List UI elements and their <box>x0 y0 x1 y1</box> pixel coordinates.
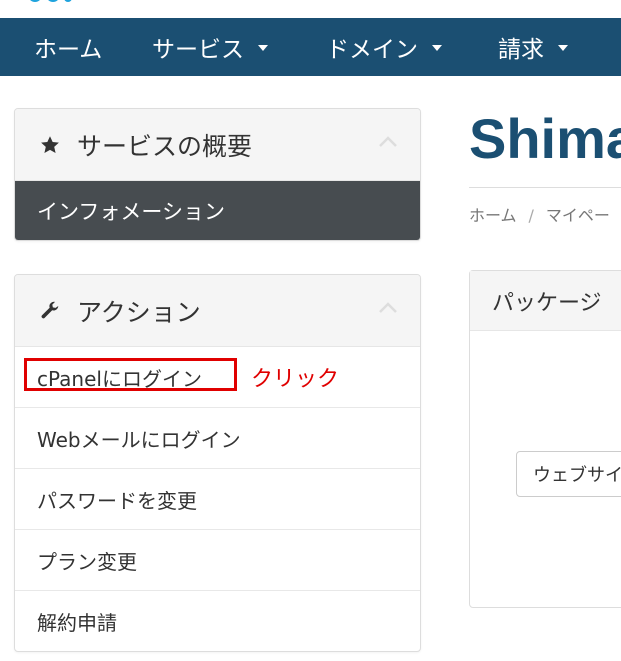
action-webmail-login[interactable]: Webメールにログイン <box>15 408 420 469</box>
logo-area <box>0 0 621 18</box>
star-icon <box>37 132 63 158</box>
nav-billing-label: 請求 <box>498 37 544 63</box>
page-title: Shima <box>469 107 621 170</box>
package-panel: パッケージ ウェブサイ <box>469 270 621 608</box>
nav-services-label: サービス <box>152 37 244 63</box>
actions-panel: アクション cPanelにログイン Webメールにログイン パスワードを変更 プ… <box>14 274 421 652</box>
actions-title: アクション <box>77 297 201 327</box>
service-overview-header[interactable]: サービスの概要 <box>15 109 420 181</box>
breadcrumb: ホーム / マイペー <box>469 202 610 226</box>
chevron-up-icon[interactable] <box>378 135 398 149</box>
annotation-highlight-box <box>24 358 237 391</box>
visit-website-button[interactable]: ウェブサイ <box>516 451 621 497</box>
chevron-up-icon[interactable] <box>378 301 398 315</box>
package-panel-title: パッケージ <box>470 271 621 331</box>
logo[interactable] <box>28 0 76 4</box>
service-overview-panel: サービスの概要 インフォメーション <box>14 108 421 241</box>
page: ホーム サービス ドメイン 請求 サービスの概要 インフォメーション アクション… <box>0 0 621 661</box>
nav-home[interactable]: ホーム <box>34 18 102 76</box>
breadcrumb-mypage[interactable]: マイペー <box>546 206 610 225</box>
actions-list: cPanelにログイン Webメールにログイン パスワードを変更 プラン変更 解… <box>15 347 420 651</box>
sidebar-item-information[interactable]: インフォメーション <box>15 181 420 240</box>
caret-down-icon <box>258 45 268 51</box>
breadcrumb-separator: / <box>528 206 534 225</box>
nav-domains-label: ドメイン <box>326 37 418 63</box>
caret-down-icon <box>432 45 442 51</box>
title-divider <box>469 187 621 188</box>
breadcrumb-home[interactable]: ホーム <box>469 206 517 225</box>
actions-header[interactable]: アクション <box>15 275 420 347</box>
action-cancel-request[interactable]: 解約申請 <box>15 591 420 651</box>
caret-down-icon <box>558 45 568 51</box>
nav-domains-dropdown[interactable]: ドメイン <box>326 18 442 76</box>
wrench-icon <box>37 298 63 324</box>
action-change-password[interactable]: パスワードを変更 <box>15 469 420 530</box>
nav-home-label: ホーム <box>34 37 103 63</box>
service-overview-title: サービスの概要 <box>77 131 253 161</box>
action-change-plan[interactable]: プラン変更 <box>15 530 420 591</box>
nav-billing-dropdown[interactable]: 請求 <box>498 18 568 76</box>
nav-services-dropdown[interactable]: サービス <box>152 18 268 76</box>
annotation-click-label: クリック <box>251 367 340 392</box>
main-navbar: ホーム サービス ドメイン 請求 <box>0 18 621 76</box>
